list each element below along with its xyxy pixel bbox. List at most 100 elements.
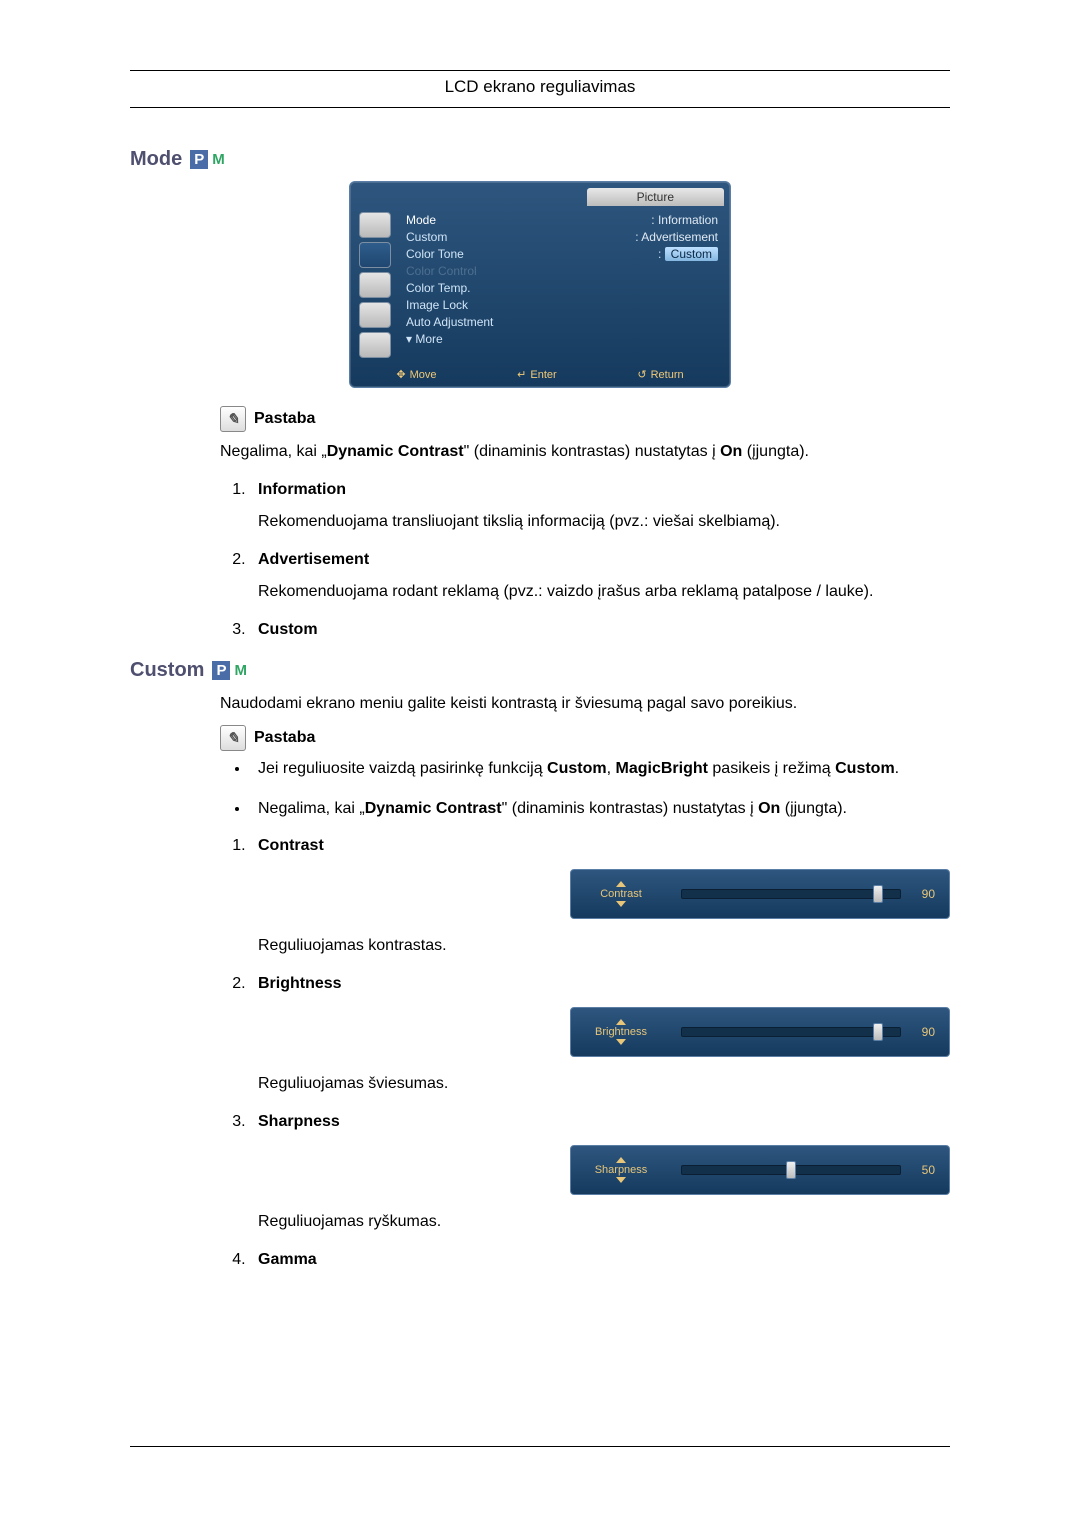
osd-item-label: Image Lock (406, 298, 468, 313)
document-page: LCD ekrano reguliavimas Mode P M Picture (0, 0, 1080, 1527)
osd-item-label: Auto Adjustment (406, 315, 493, 330)
slider-contrast: Contrast 90 (570, 869, 950, 919)
osd-item-more: ▾ More (402, 331, 722, 348)
osd-icon-multi (359, 332, 391, 358)
mode-option-list: Information Rekomenduojama transliuojant… (224, 481, 950, 639)
slider-value: 90 (911, 887, 935, 901)
osd-item-mode: Mode : Information (402, 212, 722, 229)
item-title: Sharpness (258, 1113, 950, 1131)
osd-tabbar: Picture (350, 182, 730, 206)
osd-panel: Picture Mode : Information Custom (349, 181, 731, 388)
osd-icon-picture (359, 242, 391, 268)
section-heading-custom-text: Custom (130, 659, 204, 682)
slider-figure-sharpness: Sharpness 50 (258, 1145, 950, 1195)
slider-label-area: Sharpness (571, 1157, 671, 1183)
slider-brightness: Brightness 90 (570, 1007, 950, 1057)
section-heading-mode-text: Mode (130, 148, 182, 171)
osd-menu-list: Mode : Information Custom : Advertisemen… (400, 206, 730, 364)
osd-item-value: : Information (651, 213, 718, 228)
option-title: Custom (258, 621, 950, 639)
osd-item-value: : Custom (658, 247, 718, 262)
mode-option-custom: Custom (250, 621, 950, 639)
return-icon: ↺ (637, 368, 646, 381)
osd-item-imagelock: Image Lock (402, 297, 722, 314)
note-heading-mode: ✎ Pastaba (220, 406, 950, 432)
custom-item-brightness: Brightness Brightness 90 Re (250, 975, 950, 1093)
enter-icon: ↵ (517, 368, 526, 381)
arrow-up-icon (616, 881, 626, 887)
osd-footer: ✥Move ↵Enter ↺Return (350, 364, 730, 387)
osd-icon-setup (359, 302, 391, 328)
slider-track (681, 1027, 901, 1037)
option-desc: Rekomenduojama rodant reklamą (pvz.: vai… (258, 583, 950, 601)
arrow-up-icon (616, 1019, 626, 1025)
slider-label: Sharpness (595, 1164, 648, 1176)
osd-item-label: Color Control (406, 264, 477, 279)
slider-value: 50 (911, 1163, 935, 1177)
badge-p-icon: P (212, 661, 230, 680)
slider-thumb (786, 1161, 796, 1179)
slider-track (681, 1165, 901, 1175)
section-heading-mode: Mode P M (130, 148, 950, 171)
osd-item-label: Custom (406, 230, 447, 245)
slider-label-area: Contrast (571, 881, 671, 907)
osd-item-colorcontrol: Color Control (402, 263, 722, 280)
item-title: Brightness (258, 975, 950, 993)
note-heading-custom: ✎ Pastaba (220, 725, 950, 751)
option-desc: Rekomenduojama transliuojant tikslią inf… (258, 513, 950, 531)
slider-figure-contrast: Contrast 90 (258, 869, 950, 919)
osd-sidebar-icons (350, 206, 400, 364)
item-desc: Reguliuojamas ryškumas. (258, 1213, 950, 1231)
arrow-down-icon (616, 901, 626, 907)
slider-label: Contrast (600, 888, 642, 900)
section-heading-custom: Custom P M (130, 659, 950, 682)
osd-footer-enter: ↵Enter (517, 368, 557, 381)
note-label: Pastaba (254, 410, 315, 428)
osd-item-colortone: Color Tone : Custom (402, 246, 722, 263)
pm-badge: P M (190, 150, 227, 169)
arrow-down-icon (616, 1039, 626, 1045)
osd-item-label: Color Tone (406, 247, 464, 262)
custom-slider-list: Contrast Contrast 90 Reguli (224, 837, 950, 1269)
osd-item-colortemp: Color Temp. (402, 280, 722, 297)
slider-thumb (873, 885, 883, 903)
osd-icon-sound (359, 272, 391, 298)
custom-bullet-1: Jei reguliuosite vaizdą pasirinkę funkci… (250, 757, 950, 781)
osd-icon-input (359, 212, 391, 238)
mode-option-information: Information Rekomenduojama transliuojant… (250, 481, 950, 531)
osd-body: Mode : Information Custom : Advertisemen… (350, 206, 730, 364)
move-icon: ✥ (396, 368, 405, 381)
slider-track (681, 889, 901, 899)
bottom-rule (130, 1446, 950, 1447)
note-label: Pastaba (254, 729, 315, 747)
custom-note-bullets: Jei reguliuosite vaizdą pasirinkę funkci… (224, 757, 950, 821)
slider-track-wrap: 90 (681, 887, 935, 901)
pm-badge: P M (212, 661, 249, 680)
custom-item-gamma: Gamma (250, 1251, 950, 1269)
item-title: Gamma (258, 1251, 950, 1269)
slider-track-wrap: 50 (681, 1163, 935, 1177)
osd-item-label: Mode (406, 213, 436, 228)
item-desc: Reguliuojamas šviesumas. (258, 1075, 950, 1093)
option-title: Advertisement (258, 551, 950, 569)
custom-item-contrast: Contrast Contrast 90 Reguli (250, 837, 950, 955)
custom-bullet-2: Negalima, kai „Dynamic Contrast" (dinami… (250, 797, 950, 821)
slider-label: Brightness (595, 1026, 647, 1038)
header-underline (130, 107, 950, 108)
osd-footer-move: ✥Move (396, 368, 436, 381)
item-desc: Reguliuojamas kontrastas. (258, 937, 950, 955)
slider-sharpness: Sharpness 50 (570, 1145, 950, 1195)
top-rule (130, 70, 950, 71)
badge-p-icon: P (190, 150, 208, 169)
badge-m-icon: M (232, 661, 249, 680)
badge-m-icon: M (210, 150, 227, 169)
custom-item-sharpness: Sharpness Sharpness 50 Regu (250, 1113, 950, 1231)
osd-item-value: : Advertisement (635, 230, 718, 245)
osd-footer-return: ↺Return (637, 368, 683, 381)
osd-tab-picture: Picture (587, 188, 724, 206)
osd-item-label: Color Temp. (406, 281, 470, 296)
slider-label-area: Brightness (571, 1019, 671, 1045)
osd-screenshot-figure: Picture Mode : Information Custom (130, 181, 950, 388)
mode-option-advertisement: Advertisement Rekomenduojama rodant rekl… (250, 551, 950, 601)
slider-thumb (873, 1023, 883, 1041)
